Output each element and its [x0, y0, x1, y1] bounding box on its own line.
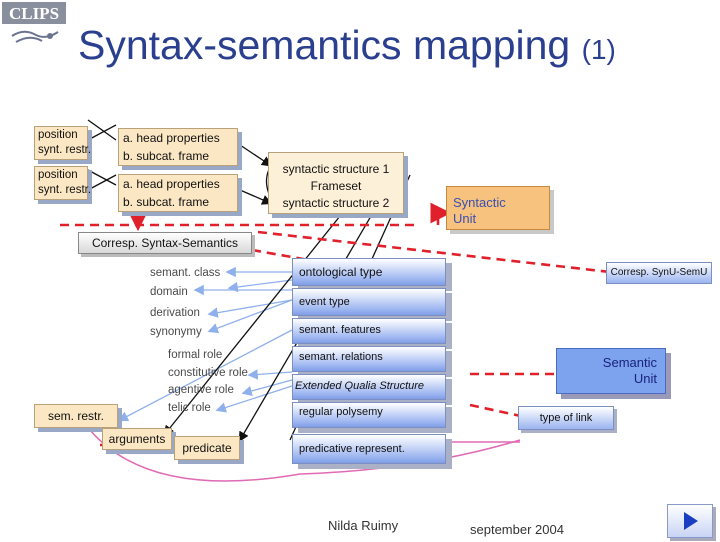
telic-role-label: telic role — [168, 401, 211, 414]
type-of-link-label: type of link — [539, 412, 593, 424]
semantic-box-regular-polysemy: regular polysemy — [292, 402, 446, 428]
ontological-type-label: ontological type — [299, 265, 383, 279]
semantic-box-extended-qualia: Extended Qualia Structure — [292, 374, 446, 400]
synt-restr-label: synt. restr. — [38, 184, 92, 196]
arguments-box: arguments — [102, 428, 172, 450]
next-slide-button[interactable] — [667, 504, 713, 538]
footer-date: september 2004 — [470, 522, 564, 537]
head-properties-label: a. head properties — [123, 131, 220, 145]
semantic-box-predicative-represent: predicative represent. — [292, 434, 446, 464]
semantic-unit-label: Semantic Unit — [602, 355, 657, 386]
semant-class-label: semant. class — [150, 267, 221, 279]
predicate-label: predicate — [182, 441, 232, 455]
semant-features-label: semant. features — [299, 324, 381, 336]
sem-restr-box: sem. restr. — [34, 404, 118, 428]
semant-relations-label: semant. relations — [299, 351, 383, 363]
semantic-box-event-type: event type — [292, 288, 446, 316]
type-of-link-box: type of link — [518, 406, 614, 430]
corresp-synu-semu-box: Corresp. SynU-SemU — [606, 262, 712, 284]
domain-label: domain — [150, 286, 188, 298]
head-properties-label: a. head properties — [123, 177, 220, 191]
derivation-label: derivation — [150, 307, 200, 319]
semantic-box-semant-relations: semant. relations — [292, 346, 446, 372]
head-subcat-box-2: a. head properties b. subcat. frame — [118, 174, 238, 212]
extended-qualia-label: Extended Qualia Structure — [295, 380, 425, 392]
subcat-frame-label: b. subcat. frame — [123, 149, 210, 163]
semantic-box-semant-features: semant. features — [292, 318, 446, 344]
frameset-box: syntactic structure 1 Frameset syntactic… — [268, 152, 404, 214]
footer-author: Nilda Ruimy — [328, 518, 399, 533]
corresp-synu-semu-label: Corresp. SynU-SemU — [610, 267, 708, 278]
semantic-box-ontological-type: ontological type — [292, 258, 446, 286]
synt-restr-label: synt. restr. — [38, 144, 92, 156]
syntactic-structure-1-label: syntactic structure 1 — [282, 162, 390, 176]
play-icon — [684, 512, 698, 530]
synonymy-label: synonymy — [150, 326, 202, 338]
sem-restr-label: sem. restr. — [47, 409, 104, 423]
left-group-2: derivation synonymy — [150, 304, 202, 342]
formal-role-label: formal role — [168, 349, 223, 361]
position-box-2: position synt. restr. — [34, 166, 92, 200]
left-group-1: semant. class domain — [150, 264, 220, 302]
head-subcat-box-1: a. head properties b. subcat. frame — [118, 128, 238, 166]
syntactic-unit-label: Syntactic Unit — [453, 195, 506, 226]
position-box-1: position synt. restr. — [34, 126, 92, 160]
arguments-label: arguments — [108, 432, 166, 446]
constitutive-role-label: constitutive role — [168, 366, 248, 379]
position-label: position — [38, 129, 78, 141]
syntactic-structure-2-label: syntactic structure 2 — [282, 196, 390, 210]
left-group-3: formal role constitutive role agentive r… — [168, 347, 248, 417]
semantic-unit-box: Semantic Unit — [556, 348, 666, 394]
position-label: position — [38, 169, 78, 181]
subcat-frame-label: b. subcat. frame — [123, 195, 210, 209]
syntactic-unit-box: Syntactic Unit — [446, 186, 550, 230]
regular-polysemy-label: regular polysemy — [299, 406, 383, 418]
agentive-role-label: agentive role — [168, 384, 234, 396]
predicate-box: predicate — [174, 436, 240, 460]
predicative-represent-label: predicative represent. — [299, 443, 405, 455]
event-type-label: event type — [299, 296, 350, 308]
frameset-label: Frameset — [310, 179, 362, 193]
corresp-syntax-semantics-label: Corresp. Syntax-Semantics — [91, 236, 239, 250]
corresp-syntax-semantics-box: Corresp. Syntax-Semantics — [78, 232, 252, 254]
